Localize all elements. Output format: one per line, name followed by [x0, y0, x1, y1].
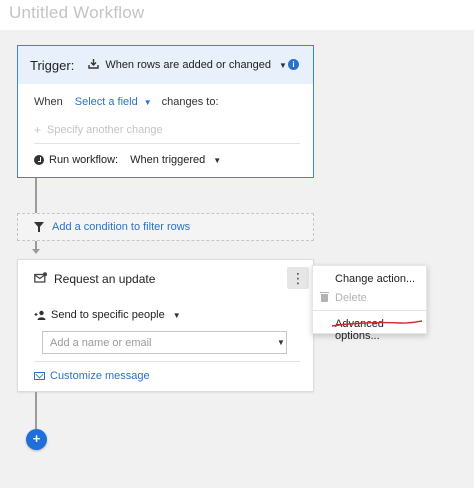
- connector-line: [35, 241, 37, 249]
- change-action-label: Change action...: [335, 273, 416, 285]
- divider: [34, 143, 300, 144]
- menu-item-change-action[interactable]: Change action...: [313, 273, 426, 285]
- clock-icon: [34, 155, 44, 165]
- connector-line: [35, 178, 37, 213]
- recipient-input[interactable]: [42, 331, 287, 354]
- request-update-icon: [34, 272, 47, 286]
- trigger-event-label: When rows are added or changed: [105, 59, 272, 71]
- arrow-down-icon: [32, 249, 40, 254]
- action-header: Request an update: [34, 272, 155, 286]
- chevron-down-icon[interactable]: ▼: [277, 338, 285, 347]
- trash-icon: [320, 292, 329, 302]
- connector-line: [35, 392, 37, 429]
- info-icon[interactable]: i: [288, 59, 299, 70]
- specify-another-label: Specify another change: [47, 124, 163, 136]
- action-title: Request an update: [54, 272, 156, 286]
- action-card: Request an update ⋮ Send to specific peo…: [17, 259, 314, 392]
- add-step-button[interactable]: +: [26, 429, 47, 450]
- envelope-icon: [34, 372, 45, 380]
- add-person-icon: [34, 310, 46, 320]
- run-workflow-dropdown[interactable]: When triggered: [130, 154, 205, 166]
- trigger-card: Trigger: When rows are added or changed …: [17, 45, 314, 178]
- plus-icon: +: [34, 123, 42, 137]
- divider: [34, 361, 300, 362]
- red-underline-annotation: [331, 320, 423, 327]
- delete-label: Delete: [335, 292, 367, 304]
- send-to-dropdown[interactable]: Send to specific people ▼: [34, 309, 181, 321]
- chevron-down-icon[interactable]: ▼: [144, 98, 152, 107]
- run-workflow-label: Run workflow:: [49, 154, 119, 166]
- chevron-down-icon[interactable]: ▼: [213, 156, 221, 165]
- rows-changed-icon: [88, 58, 100, 72]
- chevron-down-icon: ▼: [279, 60, 287, 70]
- chevron-down-icon: ▼: [172, 310, 181, 320]
- customize-message-label[interactable]: Customize message: [50, 370, 150, 382]
- trigger-event-dropdown[interactable]: When rows are added or changed ▼: [88, 58, 287, 72]
- trigger-label: Trigger:: [30, 57, 75, 73]
- when-label: When: [34, 96, 63, 108]
- menu-divider: [313, 310, 426, 311]
- add-filter-label[interactable]: Add a condition to filter rows: [52, 221, 190, 233]
- when-row: When Select a field ▼ changes to:: [34, 96, 219, 108]
- trigger-header: Trigger: When rows are added or changed …: [18, 46, 313, 84]
- send-to-label: Send to specific people: [51, 309, 165, 321]
- run-workflow-row: Run workflow: When triggered ▼: [34, 154, 221, 166]
- menu-item-delete[interactable]: Delete: [313, 292, 426, 304]
- changes-to-label: changes to:: [161, 96, 219, 108]
- more-options-button[interactable]: ⋮: [287, 267, 309, 289]
- workflow-title[interactable]: Untitled Workflow: [9, 3, 144, 23]
- specify-another-change[interactable]: + Specify another change: [34, 123, 163, 137]
- add-filter-condition[interactable]: Add a condition to filter rows: [17, 213, 314, 241]
- select-field-dropdown[interactable]: Select a field: [75, 96, 138, 108]
- filter-icon: [34, 222, 44, 232]
- customize-message-link[interactable]: Customize message: [34, 370, 150, 382]
